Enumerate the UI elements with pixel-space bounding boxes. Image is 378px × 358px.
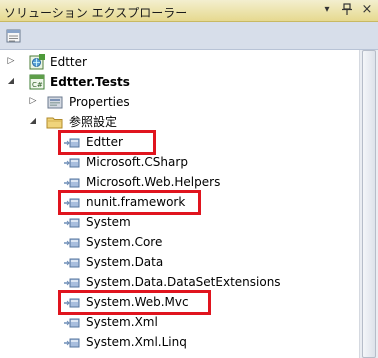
highlight-box-system-web-mvc bbox=[58, 290, 211, 315]
reference-icon bbox=[64, 337, 80, 348]
tree-item-label: Edtter bbox=[50, 55, 87, 69]
tree-item-reference[interactable]: System bbox=[0, 212, 359, 232]
collapse-arrow-icon[interactable]: ◢ bbox=[28, 116, 38, 126]
tree-item-label: System.Data.DataSetExtensions bbox=[86, 275, 281, 289]
scrollbar-thumb[interactable] bbox=[362, 50, 376, 358]
tree-item-reference[interactable]: Microsoft.Web.Helpers bbox=[0, 172, 359, 192]
tree-item-label: Microsoft.Web.Helpers bbox=[86, 175, 221, 189]
tree-item-label: System.Data bbox=[86, 255, 164, 269]
properties-icon[interactable] bbox=[6, 28, 22, 44]
dropdown-arrow-icon[interactable]: ▾ bbox=[320, 3, 334, 17]
tree-item-label: System bbox=[86, 215, 131, 229]
tree-item-reference[interactable]: System.Xml.Linq bbox=[0, 332, 359, 352]
tree-item-reference[interactable]: System.Data bbox=[0, 252, 359, 272]
pin-icon[interactable] bbox=[340, 3, 354, 17]
highlight-box-nunit bbox=[58, 190, 201, 215]
tree-item-label: Edtter.Tests bbox=[50, 75, 130, 89]
tree-item-project-edtter[interactable]: ▷ Edtter bbox=[0, 52, 359, 72]
tree-item-label: System.Core bbox=[86, 235, 163, 249]
tree-item-reference[interactable]: Microsoft.CSharp bbox=[0, 152, 359, 172]
window-title: ソリューション エクスプローラー bbox=[4, 6, 188, 20]
tree-item-reference[interactable]: Edtter bbox=[0, 132, 359, 152]
expand-arrow-icon[interactable]: ▷ bbox=[6, 56, 16, 66]
tree-item-reference[interactable]: System.Core bbox=[0, 232, 359, 252]
reference-icon bbox=[64, 277, 80, 288]
tree-item-reference[interactable]: System.Data.DataSetExtensions bbox=[0, 272, 359, 292]
web-project-icon bbox=[28, 53, 46, 71]
collapse-arrow-icon[interactable]: ◢ bbox=[6, 76, 16, 86]
close-icon[interactable]: × bbox=[360, 3, 374, 17]
properties-folder-icon bbox=[46, 93, 64, 111]
reference-icon bbox=[64, 317, 80, 328]
references-folder-icon bbox=[46, 113, 64, 131]
reference-icon bbox=[64, 237, 80, 248]
tree-item-properties[interactable]: ▷ Properties bbox=[0, 92, 359, 112]
svg-text:C#: C# bbox=[32, 81, 43, 89]
tree-item-label: 参照設定 bbox=[69, 115, 118, 129]
tree-item-reference[interactable]: System.Xml bbox=[0, 312, 359, 332]
tree-item-label: Microsoft.CSharp bbox=[86, 155, 188, 169]
reference-icon bbox=[64, 177, 80, 188]
vertical-scrollbar[interactable] bbox=[359, 50, 378, 358]
expand-arrow-icon[interactable]: ▷ bbox=[28, 96, 38, 106]
reference-icon bbox=[64, 257, 80, 268]
reference-icon bbox=[64, 217, 80, 228]
tree-item-references[interactable]: ◢ 参照設定 bbox=[0, 112, 359, 132]
solution-tree: ▷ Edtter ◢ C# Edtter.Tests ▷ Properties … bbox=[0, 50, 359, 358]
tree-item-label: System.Xml.Linq bbox=[86, 335, 187, 349]
tree-item-label: Properties bbox=[69, 95, 130, 109]
solution-explorer-toolbar bbox=[0, 22, 378, 50]
tree-item-project-tests[interactable]: ◢ C# Edtter.Tests bbox=[0, 72, 359, 92]
csharp-project-icon: C# bbox=[28, 73, 46, 91]
tree-item-label: System.Xml bbox=[86, 315, 158, 329]
highlight-box-edtter bbox=[58, 130, 156, 155]
reference-icon bbox=[64, 157, 80, 168]
solution-explorer-titlebar: ソリューション エクスプローラー ▾ × bbox=[0, 0, 378, 22]
